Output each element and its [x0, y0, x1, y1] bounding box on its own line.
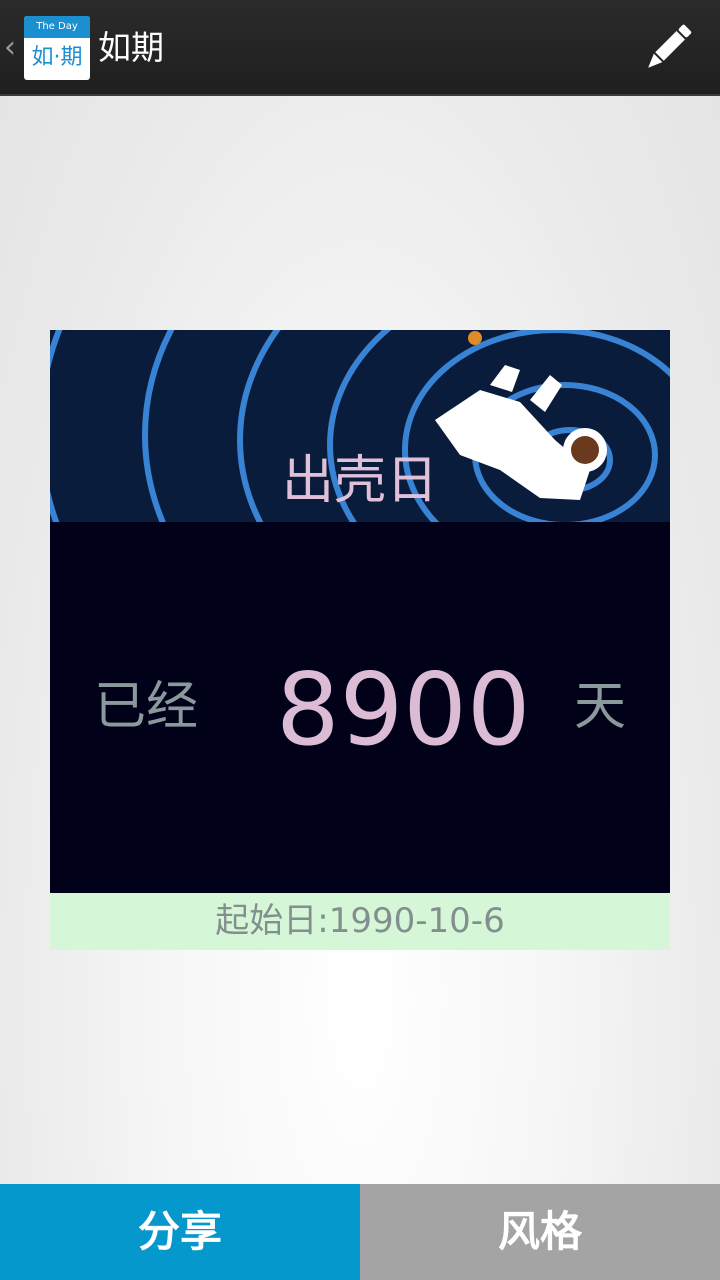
app-logo[interactable]: The Day 如·期 — [24, 16, 90, 80]
label-already: 已经 — [94, 677, 199, 737]
pencil-icon — [648, 24, 692, 68]
style-button[interactable]: 风格 — [360, 1184, 720, 1280]
countdown-card[interactable]: 出壳日 已经 8900 天 起始日:1990-10-6 — [50, 330, 670, 950]
logo-bottom-text: 如·期 — [31, 45, 83, 70]
share-button[interactable]: 分享 — [0, 1184, 360, 1280]
action-bar: ‹ The Day 如·期 如期 — [0, 0, 720, 96]
label-days: 天 — [574, 677, 627, 737]
logo-top-text: The Day — [24, 16, 90, 38]
app-title: 如期 — [98, 28, 164, 67]
start-date-text: 起始日:1990-10-6 — [50, 893, 670, 950]
chevron-left-icon[interactable]: ‹ — [4, 28, 24, 68]
event-title: 出壳日 — [281, 451, 438, 511]
edit-button[interactable] — [638, 18, 698, 78]
day-count: 8900 — [276, 651, 531, 768]
card-body: 已经 8900 天 — [50, 522, 670, 893]
card-banner: 出壳日 — [50, 330, 670, 522]
